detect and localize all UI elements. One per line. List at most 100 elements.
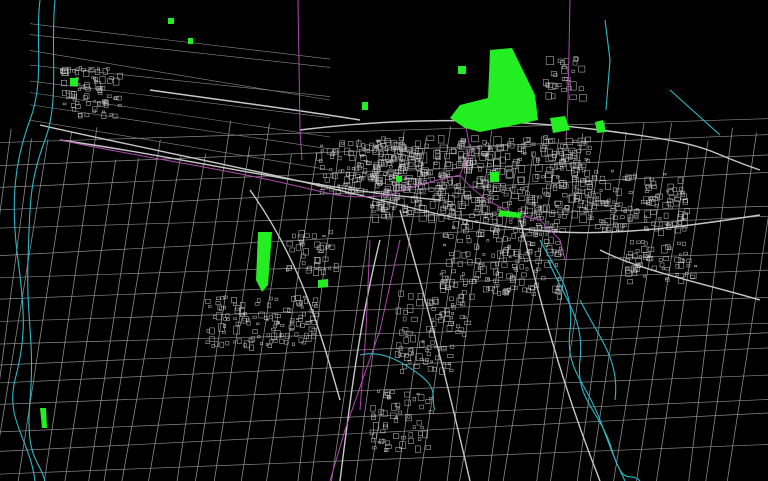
urban-block [539,232,542,236]
urban-block [449,316,453,320]
urban-block [542,187,548,195]
urban-block [459,203,466,209]
urban-block [312,297,319,303]
urban-block [322,234,326,238]
urban-block [571,169,575,174]
urban-block [634,214,638,218]
urban-block [392,175,397,178]
urban-block [372,432,377,439]
urban-block [511,193,519,199]
street-layer [39,89,761,481]
urban-block [447,354,454,358]
arterial-road [299,119,761,171]
urban-block [295,295,301,301]
city-street-map[interactable] [0,0,768,481]
urban-block [396,197,405,205]
urban-block [511,263,517,268]
urban-block [418,212,427,222]
urban-block [212,315,217,319]
urban-block [434,161,438,165]
urban-block [524,186,529,191]
urban-block [542,79,549,86]
urban-block [408,432,413,438]
urban-block [205,298,211,304]
urban-block [505,187,510,191]
urban-block [443,243,447,247]
urban-block [408,162,414,167]
river-line [579,299,617,401]
urban-block [274,297,279,301]
urban-block [486,169,491,173]
urban-block [501,262,508,268]
urban-block [219,341,225,348]
urban-block [209,336,215,342]
urban-block [507,143,515,149]
urban-block [223,317,227,321]
urban-block [333,263,339,269]
urban-block [330,173,334,178]
urban-block [385,140,391,146]
urban-block [677,177,684,184]
urban-block [536,267,541,272]
urban-block [556,290,561,294]
arterial-road [149,89,361,121]
urban-block [405,353,409,358]
rural-road [103,139,161,481]
urban-block [447,205,451,210]
urban-block [486,287,490,291]
river-line [669,89,721,136]
urban-block [436,185,441,189]
urban-block [347,166,351,170]
urban-block [495,226,499,230]
urban-block [453,250,461,259]
urban-block [630,240,634,245]
urban-block [233,325,240,335]
urban-block [612,200,616,204]
urban-block [372,214,379,223]
urban-block [530,218,534,221]
urban-block [385,179,393,185]
urban-block [579,207,587,214]
urban-block [456,297,463,306]
urban-block [75,101,80,106]
green-area [168,18,174,24]
urban-block [404,399,411,406]
urban-block [215,312,222,321]
green-area [490,172,499,182]
urban-block [370,405,376,412]
urban-block [464,190,471,198]
urban-block [459,315,465,320]
urban-block [675,194,679,197]
urban-block [480,265,487,274]
urban-block [672,221,679,226]
urban-block [361,143,365,148]
urban-block [496,284,500,287]
urban-block [562,214,567,219]
urban-block [448,180,453,185]
green-area [362,102,368,110]
urban-block [474,276,479,280]
rural-road [688,127,733,481]
urban-block [493,158,501,166]
urban-block [412,425,416,429]
urban-block [302,295,307,299]
urban-block [545,56,554,65]
urban-block [661,267,665,271]
urban-block [84,82,90,88]
urban-block [341,142,345,145]
urban-block [82,95,88,100]
urban-block [492,159,501,169]
urban-block [291,342,295,346]
urban-block [545,232,549,236]
urban-block [430,340,435,345]
urban-block [579,94,587,102]
green-area [188,38,193,44]
urban-block [665,266,670,271]
urban-block [271,313,278,322]
urban-block [333,267,339,272]
urban-block [243,343,247,347]
urban-block [208,305,212,308]
rural-road [576,132,627,481]
urban-block [311,233,317,239]
urban-block [471,135,479,143]
